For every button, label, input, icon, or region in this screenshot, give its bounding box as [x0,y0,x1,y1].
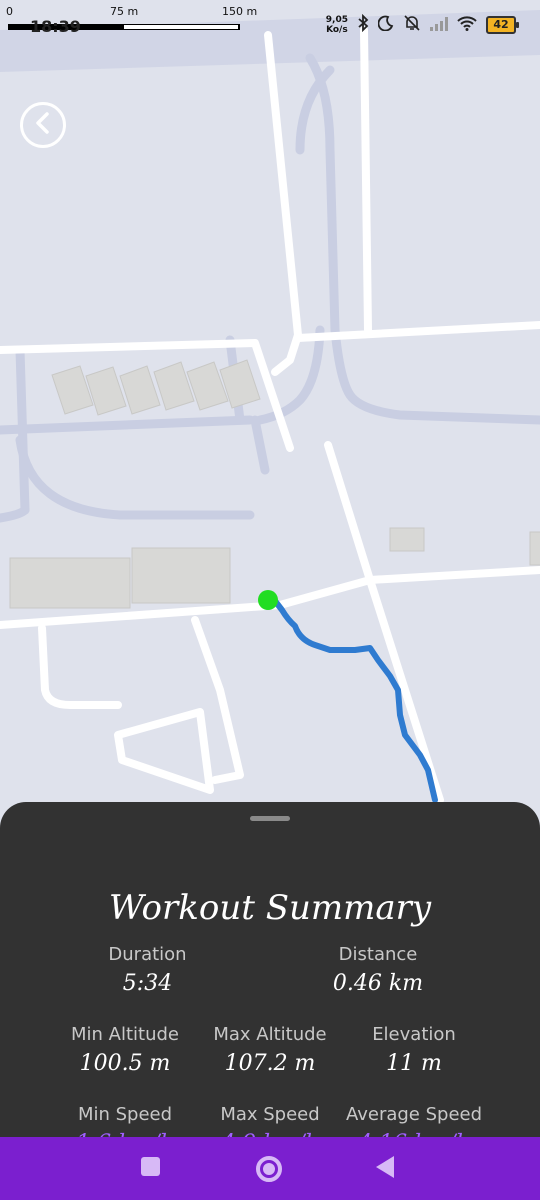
bell-off-icon [403,14,421,36]
scale-label-150: 150 m [222,5,258,18]
summary-title: Workout Summary [108,888,432,928]
home-icon[interactable] [256,1156,282,1182]
network-speed-unit: Ko/s [326,25,348,35]
scale-label-75: 75 m [110,5,139,18]
elevation-value: 11 m [386,1051,442,1076]
back-button[interactable] [20,102,66,148]
stat-distance: Distance 0.46 km [308,944,448,996]
duration-label: Duration [108,944,187,965]
bluetooth-icon [357,13,369,36]
navigation-bar [0,1137,540,1200]
wifi-icon [457,15,477,35]
distance-label: Distance [338,944,418,965]
recents-icon[interactable] [141,1157,160,1176]
duration-value: 5:34 [122,971,173,996]
average-speed-label: Average Speed [345,1104,483,1125]
moon-icon [377,15,394,35]
max-altitude-value: 107.2 m [224,1051,316,1076]
start-marker [258,590,278,610]
distance-value: 0.46 km [332,971,424,996]
min-altitude-label: Min Altitude [71,1024,179,1045]
max-speed-label: Max Speed [220,1104,320,1125]
status-time: 18:39 [30,17,81,36]
status-bar: 0 75 m 150 m 18:39 9,05 Ko/s 42 [0,0,540,48]
stat-max-altitude: Max Altitude 107.2 m [200,1024,340,1076]
stat-duration: Duration 5:34 [95,944,200,996]
min-speed-label: Min Speed [77,1104,173,1125]
network-speed-value: 9,05 [325,15,348,25]
stat-elevation: Elevation 11 m [344,1024,484,1076]
chevron-left-icon [33,111,53,139]
back-icon[interactable] [376,1156,394,1178]
max-altitude-label: Max Altitude [213,1024,327,1045]
network-speed: 9,05 Ko/s [326,15,348,35]
stat-min-altitude: Min Altitude 100.5 m [55,1024,195,1076]
battery-icon: 42 [486,16,519,34]
sheet-drag-handle[interactable] [250,816,290,821]
scale-label-0: 0 [6,5,13,18]
elevation-label: Elevation [372,1024,456,1045]
min-altitude-value: 100.5 m [79,1051,171,1076]
signal-icon [430,16,448,35]
